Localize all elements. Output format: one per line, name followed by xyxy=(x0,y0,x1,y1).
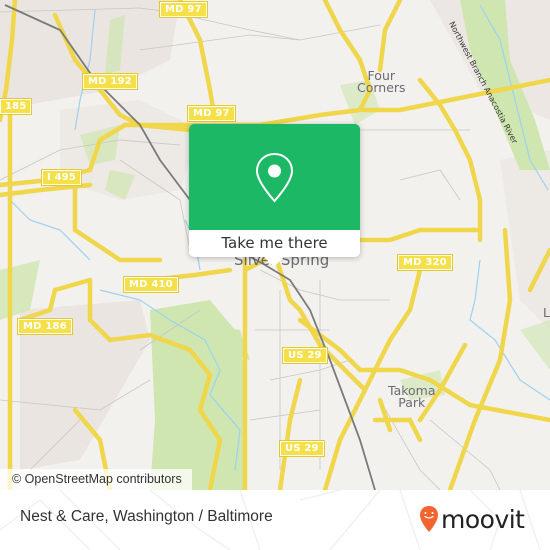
take-me-there-button[interactable]: Take me there xyxy=(189,230,360,257)
road-shield-md320: MD 320 xyxy=(397,254,453,271)
road-shield-us29-south: US 29 xyxy=(279,440,325,457)
road-shield-185: 185 xyxy=(0,98,33,115)
moovit-pin-icon xyxy=(420,506,438,532)
road-shield-md97: MD 97 xyxy=(187,105,236,122)
place-label-four-corners: Four Corners xyxy=(357,68,406,95)
moovit-wordmark: moovit xyxy=(441,504,525,534)
place-label-partial: L xyxy=(543,305,550,320)
road-shield-i495: I 495 xyxy=(40,169,83,186)
road-shield-md410: MD 410 xyxy=(123,276,179,293)
footer-banner: Nest & Care, Washington / Baltimore moov… xyxy=(0,490,550,550)
map-view[interactable]: MD 97 MD 192 185 MD 97 I 495 MD 410 MD 1… xyxy=(0,0,550,490)
popup-header[interactable] xyxy=(189,124,360,230)
place-label-takoma-park: Takoma Park xyxy=(388,383,436,410)
road-shield-md192: MD 192 xyxy=(82,73,138,90)
road-shield-md97-north: MD 97 xyxy=(159,1,208,18)
map-pin-icon xyxy=(255,152,294,203)
road-shield-md186: MD 186 xyxy=(17,318,73,335)
location-popup[interactable]: Take me there xyxy=(189,124,360,267)
place-title: Nest & Care, Washington / Baltimore xyxy=(20,508,273,525)
map-attribution[interactable]: © OpenStreetMap contributors xyxy=(0,469,192,490)
moovit-logo[interactable]: moovit xyxy=(419,502,525,536)
road-shield-us29-north: US 29 xyxy=(282,347,328,364)
